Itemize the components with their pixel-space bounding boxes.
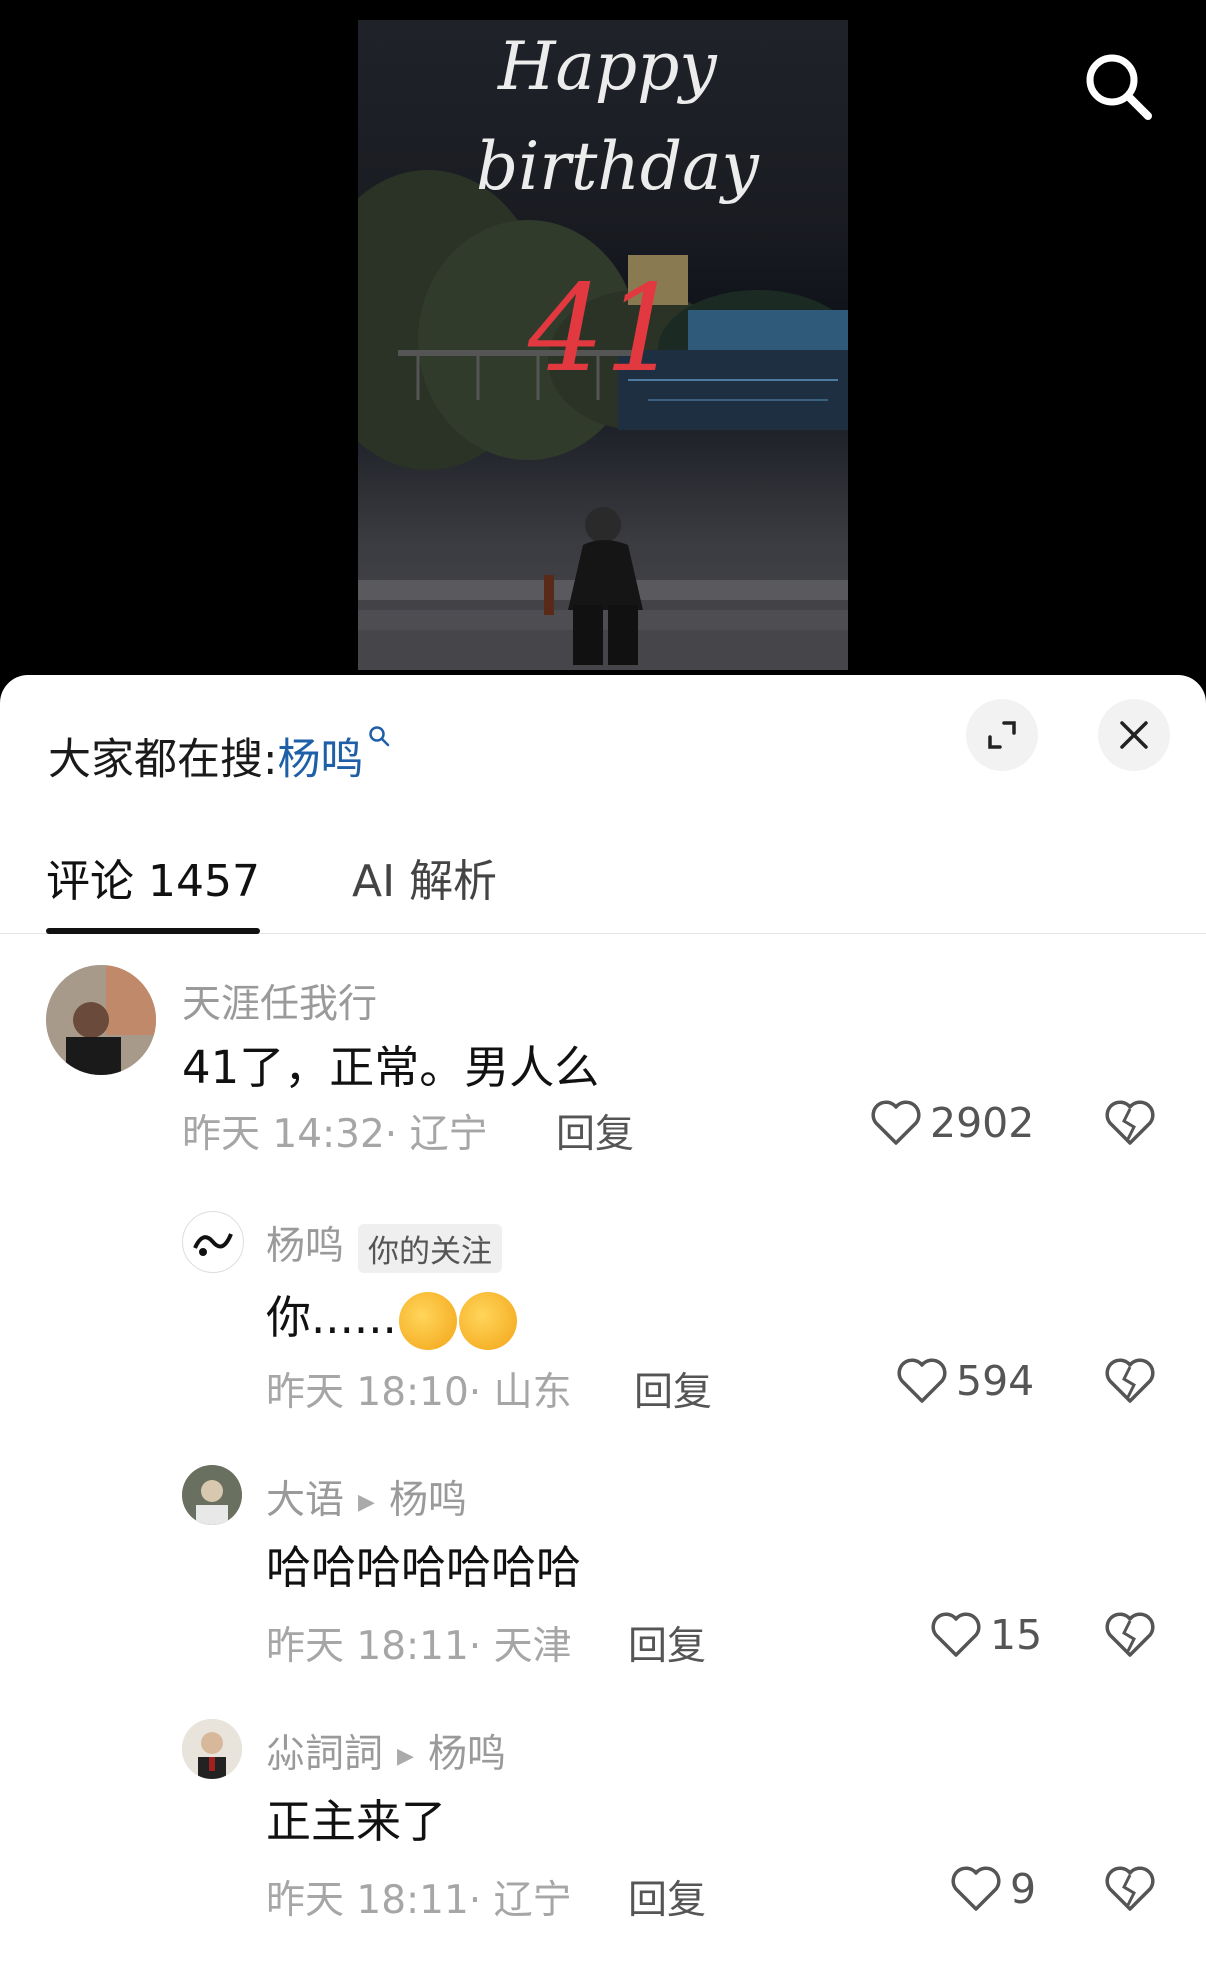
expand-icon [988, 721, 1016, 749]
hot-search-prefix: 大家都在搜: [48, 735, 278, 785]
comment-meta: 昨天 14:32· 辽宁 [182, 1112, 488, 1157]
comment-tabs: 评论 1457 AI 解析 [0, 845, 1206, 934]
comment-text: 41了，正常。男人么 [182, 1041, 600, 1094]
laugh-cry-emoji-icon [458, 1292, 517, 1350]
video-frame[interactable]: Happy birthday 41 [358, 20, 848, 670]
video-age-number: 41 [528, 260, 681, 399]
comment-text: 哈哈哈哈哈哈哈 [266, 1541, 582, 1594]
active-tab-indicator [46, 928, 260, 934]
yell-emoji-icon [398, 1292, 457, 1350]
comment-meta: 昨天 18:11· 天津 [266, 1624, 572, 1669]
broken-heart-icon[interactable] [1104, 1865, 1156, 1913]
following-badge: 你的关注 [358, 1224, 503, 1273]
broken-heart-icon[interactable] [1104, 1099, 1156, 1147]
heart-icon [897, 1358, 947, 1403]
like-count: 2902 [930, 1099, 1035, 1147]
heart-icon [871, 1100, 921, 1145]
video-title-line1: Happy [498, 28, 717, 105]
comment-meta: 昨天 18:10· 山东 [266, 1370, 572, 1415]
reply-button[interactable]: 回复 [556, 1103, 634, 1159]
broken-heart-icon[interactable] [1104, 1611, 1156, 1659]
reply-button[interactable]: 回复 [628, 1615, 706, 1671]
heart-icon [931, 1612, 981, 1657]
reply-button[interactable]: 回复 [628, 1869, 706, 1925]
small-search-icon [368, 726, 389, 747]
close-button[interactable] [1098, 699, 1170, 771]
video-player[interactable]: Happy birthday 41 [0, 0, 1206, 680]
avatar[interactable] [182, 1465, 242, 1525]
like-count: 594 [956, 1357, 1035, 1405]
heart-icon [951, 1866, 1001, 1911]
hot-search-bar[interactable]: 大家都在搜:杨鸣 [48, 725, 390, 787]
tab-comments[interactable]: 评论 1457 [46, 845, 260, 909]
like-button[interactable]: 2902 [870, 1099, 1034, 1147]
reply-button[interactable]: 回复 [634, 1361, 712, 1417]
tab-ai-analysis[interactable]: AI 解析 [352, 845, 497, 909]
comment-text: 你...... [266, 1281, 517, 1350]
comment-username[interactable]: 天涯任我行 [182, 973, 377, 1029]
like-button[interactable]: 15 [930, 1611, 1042, 1659]
like-button[interactable]: 594 [896, 1357, 1034, 1405]
video-title-line2: birthday [476, 128, 759, 205]
comment-meta: 昨天 18:11· 辽宁 [266, 1878, 572, 1923]
search-icon[interactable] [1080, 48, 1156, 124]
expand-button[interactable] [966, 699, 1038, 771]
hot-search-keyword[interactable]: 杨鸣 [278, 735, 364, 785]
like-count: 9 [1010, 1865, 1037, 1913]
like-count: 15 [990, 1611, 1043, 1659]
avatar[interactable] [182, 1719, 242, 1779]
like-button[interactable]: 9 [950, 1865, 1036, 1913]
avatar[interactable] [46, 965, 156, 1075]
comment-panel: 大家都在搜:杨鸣 评论 1457 AI 解析 天涯任我行 41了，正常。男人么 … [0, 675, 1206, 1969]
avatar[interactable] [182, 1211, 244, 1273]
broken-heart-icon[interactable] [1104, 1357, 1156, 1405]
comment-text: 正主来了 [266, 1795, 447, 1848]
comment-username: 尛詞詞 ▶ 杨鸣 [266, 1732, 506, 1777]
comment-username: 大语 ▶ 杨鸣 [266, 1478, 467, 1523]
close-icon [1120, 721, 1148, 749]
reply-arrow-icon: ▶ [358, 1490, 375, 1515]
comment-username: 杨鸣 你的关注 [266, 1215, 503, 1273]
reply-arrow-icon: ▶ [397, 1744, 414, 1769]
